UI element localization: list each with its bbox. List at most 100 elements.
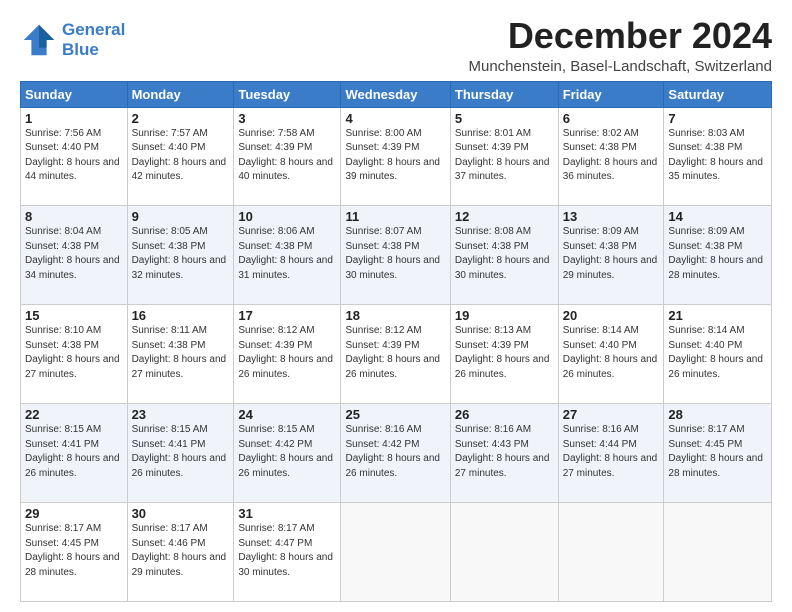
sunset-label: Sunset: 4:46 PM (132, 538, 206, 549)
calendar-cell: 20 Sunrise: 8:14 AM Sunset: 4:40 PM Dayl… (558, 305, 664, 404)
daylight-label: Daylight: 8 hours and 28 minutes. (25, 552, 120, 578)
calendar-week-row: 15 Sunrise: 8:10 AM Sunset: 4:38 PM Dayl… (21, 305, 772, 404)
day-number: 12 (455, 209, 554, 224)
calendar-cell (558, 503, 664, 602)
daylight-label: Daylight: 8 hours and 27 minutes. (132, 354, 227, 380)
weekday-header: Saturday (664, 81, 772, 107)
day-number: 6 (563, 111, 660, 126)
sunset-label: Sunset: 4:38 PM (668, 241, 742, 252)
sunrise-label: Sunrise: 8:14 AM (563, 325, 639, 336)
day-number: 8 (25, 209, 123, 224)
day-info: Sunrise: 8:17 AM Sunset: 4:47 PM Dayligh… (238, 522, 336, 580)
calendar-cell: 11 Sunrise: 8:07 AM Sunset: 4:38 PM Dayl… (341, 206, 450, 305)
weekday-header: Friday (558, 81, 664, 107)
sunset-label: Sunset: 4:40 PM (563, 340, 637, 351)
day-info: Sunrise: 8:17 AM Sunset: 4:45 PM Dayligh… (25, 522, 123, 580)
daylight-label: Daylight: 8 hours and 26 minutes. (238, 453, 333, 479)
sunrise-label: Sunrise: 8:04 AM (25, 226, 101, 237)
day-number: 7 (668, 111, 767, 126)
sunset-label: Sunset: 4:38 PM (455, 241, 529, 252)
calendar-cell: 9 Sunrise: 8:05 AM Sunset: 4:38 PM Dayli… (127, 206, 234, 305)
sunrise-label: Sunrise: 8:02 AM (563, 128, 639, 139)
calendar-cell: 19 Sunrise: 8:13 AM Sunset: 4:39 PM Dayl… (450, 305, 558, 404)
day-number: 21 (668, 308, 767, 323)
daylight-label: Daylight: 8 hours and 29 minutes. (132, 552, 227, 578)
sunrise-label: Sunrise: 8:15 AM (25, 424, 101, 435)
weekday-header: Sunday (21, 81, 128, 107)
sunrise-label: Sunrise: 8:01 AM (455, 128, 531, 139)
weekday-header: Wednesday (341, 81, 450, 107)
sunset-label: Sunset: 4:38 PM (668, 142, 742, 153)
sunset-label: Sunset: 4:45 PM (668, 439, 742, 450)
day-info: Sunrise: 8:10 AM Sunset: 4:38 PM Dayligh… (25, 324, 123, 382)
calendar-cell: 25 Sunrise: 8:16 AM Sunset: 4:42 PM Dayl… (341, 404, 450, 503)
sunset-label: Sunset: 4:45 PM (25, 538, 99, 549)
day-number: 11 (345, 209, 445, 224)
calendar-cell: 23 Sunrise: 8:15 AM Sunset: 4:41 PM Dayl… (127, 404, 234, 503)
day-info: Sunrise: 8:13 AM Sunset: 4:39 PM Dayligh… (455, 324, 554, 382)
day-number: 29 (25, 506, 123, 521)
daylight-label: Daylight: 8 hours and 26 minutes. (25, 453, 120, 479)
day-info: Sunrise: 8:15 AM Sunset: 4:41 PM Dayligh… (25, 423, 123, 481)
calendar-header-row: SundayMondayTuesdayWednesdayThursdayFrid… (21, 81, 772, 107)
day-number: 2 (132, 111, 230, 126)
daylight-label: Daylight: 8 hours and 30 minutes. (345, 255, 440, 281)
logo-text: General Blue (62, 20, 125, 61)
sunrise-label: Sunrise: 8:17 AM (668, 424, 744, 435)
day-info: Sunrise: 7:56 AM Sunset: 4:40 PM Dayligh… (25, 127, 123, 185)
sunrise-label: Sunrise: 8:00 AM (345, 128, 421, 139)
calendar-cell: 29 Sunrise: 8:17 AM Sunset: 4:45 PM Dayl… (21, 503, 128, 602)
sunset-label: Sunset: 4:38 PM (345, 241, 419, 252)
sunrise-label: Sunrise: 8:09 AM (668, 226, 744, 237)
calendar-cell: 10 Sunrise: 8:06 AM Sunset: 4:38 PM Dayl… (234, 206, 341, 305)
daylight-label: Daylight: 8 hours and 37 minutes. (455, 157, 550, 183)
calendar-cell: 28 Sunrise: 8:17 AM Sunset: 4:45 PM Dayl… (664, 404, 772, 503)
day-number: 22 (25, 407, 123, 422)
daylight-label: Daylight: 8 hours and 32 minutes. (132, 255, 227, 281)
day-number: 27 (563, 407, 660, 422)
day-number: 14 (668, 209, 767, 224)
daylight-label: Daylight: 8 hours and 39 minutes. (345, 157, 440, 183)
calendar-week-row: 29 Sunrise: 8:17 AM Sunset: 4:45 PM Dayl… (21, 503, 772, 602)
sunrise-label: Sunrise: 8:07 AM (345, 226, 421, 237)
daylight-label: Daylight: 8 hours and 40 minutes. (238, 157, 333, 183)
sunset-label: Sunset: 4:39 PM (345, 142, 419, 153)
weekday-header: Tuesday (234, 81, 341, 107)
day-info: Sunrise: 8:14 AM Sunset: 4:40 PM Dayligh… (563, 324, 660, 382)
daylight-label: Daylight: 8 hours and 34 minutes. (25, 255, 120, 281)
day-info: Sunrise: 8:09 AM Sunset: 4:38 PM Dayligh… (563, 225, 660, 283)
sunrise-label: Sunrise: 8:16 AM (345, 424, 421, 435)
day-info: Sunrise: 8:16 AM Sunset: 4:42 PM Dayligh… (345, 423, 445, 481)
sunset-label: Sunset: 4:38 PM (25, 340, 99, 351)
sunrise-label: Sunrise: 8:15 AM (132, 424, 208, 435)
calendar-cell: 17 Sunrise: 8:12 AM Sunset: 4:39 PM Dayl… (234, 305, 341, 404)
sunrise-label: Sunrise: 8:08 AM (455, 226, 531, 237)
daylight-label: Daylight: 8 hours and 36 minutes. (563, 157, 658, 183)
daylight-label: Daylight: 8 hours and 30 minutes. (455, 255, 550, 281)
day-number: 13 (563, 209, 660, 224)
header: General Blue December 2024 Munchenstein,… (20, 16, 772, 75)
day-info: Sunrise: 7:57 AM Sunset: 4:40 PM Dayligh… (132, 127, 230, 185)
page: General Blue December 2024 Munchenstein,… (0, 0, 792, 612)
sunset-label: Sunset: 4:39 PM (455, 340, 529, 351)
day-info: Sunrise: 8:14 AM Sunset: 4:40 PM Dayligh… (668, 324, 767, 382)
sunset-label: Sunset: 4:42 PM (345, 439, 419, 450)
calendar-cell: 4 Sunrise: 8:00 AM Sunset: 4:39 PM Dayli… (341, 107, 450, 206)
sunrise-label: Sunrise: 8:13 AM (455, 325, 531, 336)
sunset-label: Sunset: 4:38 PM (563, 142, 637, 153)
sunset-label: Sunset: 4:39 PM (345, 340, 419, 351)
calendar-cell: 18 Sunrise: 8:12 AM Sunset: 4:39 PM Dayl… (341, 305, 450, 404)
day-number: 26 (455, 407, 554, 422)
calendar-table: SundayMondayTuesdayWednesdayThursdayFrid… (20, 81, 772, 602)
sunset-label: Sunset: 4:40 PM (132, 142, 206, 153)
calendar-cell: 3 Sunrise: 7:58 AM Sunset: 4:39 PM Dayli… (234, 107, 341, 206)
sunset-label: Sunset: 4:47 PM (238, 538, 312, 549)
day-info: Sunrise: 8:16 AM Sunset: 4:43 PM Dayligh… (455, 423, 554, 481)
daylight-label: Daylight: 8 hours and 29 minutes. (563, 255, 658, 281)
title-block: December 2024 Munchenstein, Basel-Landsc… (468, 16, 772, 75)
sunrise-label: Sunrise: 8:17 AM (132, 523, 208, 534)
day-number: 1 (25, 111, 123, 126)
daylight-label: Daylight: 8 hours and 42 minutes. (132, 157, 227, 183)
sunset-label: Sunset: 4:39 PM (238, 142, 312, 153)
weekday-header: Monday (127, 81, 234, 107)
